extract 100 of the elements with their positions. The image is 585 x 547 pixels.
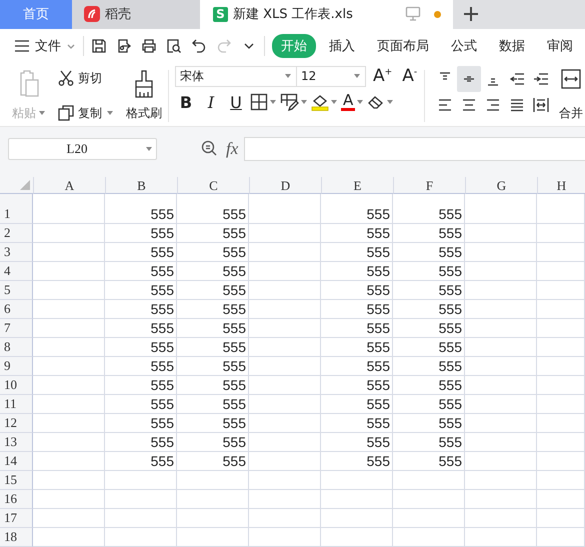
table-cell[interactable]: 555 xyxy=(177,433,249,452)
undo-icon[interactable] xyxy=(191,38,207,54)
table-cell[interactable] xyxy=(177,471,249,490)
table-cell[interactable] xyxy=(249,319,321,338)
table-cell[interactable]: 555 xyxy=(393,357,465,376)
row-header[interactable]: 18 xyxy=(0,528,33,547)
table-cell[interactable] xyxy=(537,490,585,509)
table-cell[interactable]: 555 xyxy=(321,194,393,224)
table-cell[interactable] xyxy=(465,357,537,376)
table-cell[interactable]: 555 xyxy=(105,338,177,357)
table-cell[interactable]: 555 xyxy=(177,452,249,471)
row-header[interactable]: 17 xyxy=(0,509,33,528)
table-cell[interactable] xyxy=(465,452,537,471)
table-cell[interactable] xyxy=(33,262,105,281)
table-cell[interactable]: 555 xyxy=(321,357,393,376)
table-cell[interactable]: 555 xyxy=(177,338,249,357)
table-cell[interactable] xyxy=(249,281,321,300)
zoom-icon[interactable] xyxy=(201,140,218,158)
menu-tab[interactable]: 数据 xyxy=(490,34,534,58)
table-cell[interactable] xyxy=(33,376,105,395)
table-cell[interactable] xyxy=(537,414,585,433)
table-cell[interactable] xyxy=(465,471,537,490)
table-cell[interactable] xyxy=(33,319,105,338)
table-cell[interactable]: 555 xyxy=(393,395,465,414)
table-cell[interactable]: 555 xyxy=(321,338,393,357)
row-header[interactable]: 7 xyxy=(0,319,33,338)
table-cell[interactable] xyxy=(33,395,105,414)
table-cell[interactable]: 555 xyxy=(105,281,177,300)
increase-font-button[interactable]: A$^{+}$ xyxy=(370,66,396,86)
table-cell[interactable] xyxy=(465,224,537,243)
table-cell[interactable]: 555 xyxy=(393,224,465,243)
table-cell[interactable] xyxy=(249,262,321,281)
table-cell[interactable]: 555 xyxy=(393,262,465,281)
table-cell[interactable]: 555 xyxy=(105,262,177,281)
table-cell[interactable]: 555 xyxy=(177,395,249,414)
table-cell[interactable]: 555 xyxy=(393,319,465,338)
table-cell[interactable]: 555 xyxy=(321,414,393,433)
column-header[interactable]: E xyxy=(321,177,393,194)
table-cell[interactable] xyxy=(249,490,321,509)
table-cell[interactable] xyxy=(393,471,465,490)
copy-button[interactable]: 复制 xyxy=(58,104,114,122)
window-tab[interactable]: 稻壳 xyxy=(72,0,200,29)
table-cell[interactable]: 555 xyxy=(321,243,393,262)
table-cell[interactable] xyxy=(33,194,105,224)
table-cell[interactable]: 555 xyxy=(321,319,393,338)
table-cell[interactable] xyxy=(33,243,105,262)
table-cell[interactable] xyxy=(33,433,105,452)
decrease-font-button[interactable]: A$^{-}$ xyxy=(399,66,420,86)
table-cell[interactable] xyxy=(249,414,321,433)
merge-button[interactable]: 合并 xyxy=(553,66,585,126)
row-header[interactable]: 16 xyxy=(0,490,33,509)
cut-button[interactable]: 剪切 xyxy=(58,70,114,87)
fill-color-button[interactable] xyxy=(311,93,338,112)
table-cell[interactable]: 555 xyxy=(177,357,249,376)
align-center-icon[interactable] xyxy=(461,96,478,113)
row-header[interactable]: 1 xyxy=(0,194,33,224)
table-cell[interactable] xyxy=(177,528,249,547)
table-cell[interactable] xyxy=(465,376,537,395)
table-cell[interactable] xyxy=(249,224,321,243)
table-cell[interactable] xyxy=(249,528,321,547)
row-header[interactable]: 13 xyxy=(0,433,33,452)
row-header[interactable]: 6 xyxy=(0,300,33,319)
row-header[interactable]: 12 xyxy=(0,414,33,433)
table-cell[interactable] xyxy=(105,509,177,528)
table-cell[interactable] xyxy=(321,471,393,490)
menu-tab[interactable]: 页面布局 xyxy=(368,34,438,58)
table-cell[interactable]: 555 xyxy=(177,300,249,319)
table-cell[interactable]: 555 xyxy=(177,376,249,395)
table-cell[interactable]: 555 xyxy=(393,433,465,452)
table-cell[interactable] xyxy=(537,376,585,395)
table-cell[interactable]: 555 xyxy=(105,243,177,262)
outdent-icon[interactable] xyxy=(509,70,526,87)
table-cell[interactable] xyxy=(393,528,465,547)
column-header[interactable]: D xyxy=(249,177,321,194)
table-cell[interactable]: 555 xyxy=(321,300,393,319)
table-cell[interactable] xyxy=(465,194,537,224)
row-header[interactable]: 10 xyxy=(0,376,33,395)
table-cell[interactable]: 555 xyxy=(321,395,393,414)
table-cell[interactable]: 555 xyxy=(321,433,393,452)
table-cell[interactable]: 555 xyxy=(393,414,465,433)
table-cell[interactable]: 555 xyxy=(105,395,177,414)
table-cell[interactable] xyxy=(465,509,537,528)
table-cell[interactable]: 555 xyxy=(105,357,177,376)
table-cell[interactable] xyxy=(537,452,585,471)
table-cell[interactable] xyxy=(249,338,321,357)
row-header[interactable]: 4 xyxy=(0,262,33,281)
function-button[interactable]: fx xyxy=(226,138,238,159)
table-cell[interactable] xyxy=(537,300,585,319)
name-box[interactable]: L20 xyxy=(8,138,157,160)
column-header[interactable]: H xyxy=(537,177,585,194)
select-all-icon[interactable] xyxy=(19,179,31,191)
column-header[interactable]: C xyxy=(177,177,249,194)
table-cell[interactable]: 555 xyxy=(105,376,177,395)
italic-button[interactable]: I xyxy=(200,92,222,112)
borders-button[interactable] xyxy=(250,93,277,112)
table-cell[interactable] xyxy=(465,243,537,262)
table-cell[interactable]: 555 xyxy=(177,243,249,262)
table-cell[interactable]: 555 xyxy=(393,452,465,471)
table-cell[interactable] xyxy=(537,357,585,376)
table-cell[interactable] xyxy=(321,509,393,528)
